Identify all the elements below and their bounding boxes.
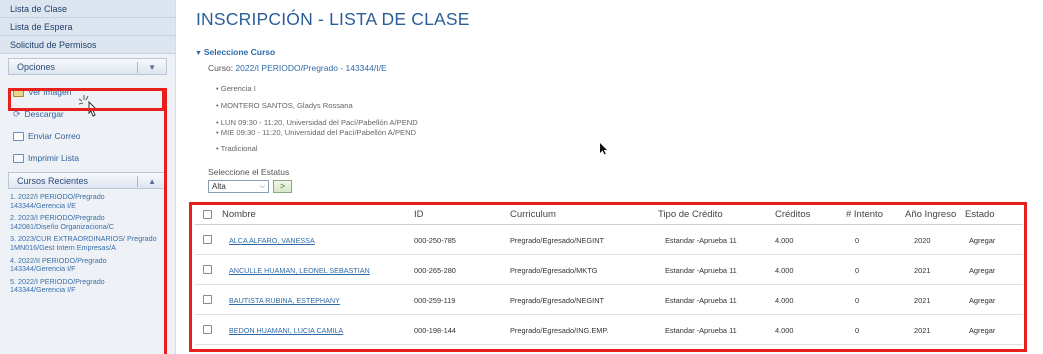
modality: Tradicional — [220, 144, 258, 153]
schedule-line-2: MIE 09:30 - 11:20, Universidad del Pací/… — [220, 127, 417, 137]
status-row: Alta ⌵ > — [208, 180, 292, 193]
recent-header-label: Cursos Recientes — [17, 176, 89, 186]
chevron-up-icon[interactable]: ▲ — [148, 173, 156, 190]
recent-course-item[interactable]: 4. 2022/II PERIODO/Pregrado 143344/Geren… — [10, 256, 175, 274]
enviar-correo-label: Enviar Correo — [28, 131, 81, 141]
status-label: Seleccione el Estatus — [208, 167, 290, 177]
course-line: Curso: 2022/I PERIODO/Pregrado - 143344/… — [208, 63, 387, 73]
print-icon — [13, 153, 24, 163]
instructor-item: • MONTERO SANTOS, Gladys Rossana — [216, 101, 353, 110]
course-name-item: • Gerencia I — [216, 84, 256, 93]
nav-lista-de-clase[interactable]: Lista de Clase — [0, 0, 175, 18]
status-select[interactable]: Alta ⌵ — [208, 180, 269, 193]
header-divider — [137, 62, 138, 73]
mail-icon — [13, 131, 24, 141]
recent-course-item[interactable]: 2. 2023/I PERIODO/Pregrado 142081/Diseño… — [10, 213, 175, 231]
enviar-correo-link[interactable]: Enviar Correo — [0, 125, 175, 147]
recent-course-item[interactable]: 1. 2022/I PERIODO/Pregrado 143344/Gerenc… — [10, 192, 175, 210]
course-name: Gerencia I — [220, 84, 256, 93]
modality-item: • Tradicional — [216, 144, 258, 153]
chevron-down-icon[interactable]: ▼ — [148, 59, 156, 76]
options-section-header[interactable]: Opciones ▼ — [8, 58, 167, 75]
nav-lista-de-espera[interactable]: Lista de Espera — [0, 18, 175, 36]
sidebar: Lista de Clase Lista de Espera Solicitud… — [0, 0, 176, 354]
select-course-label: Seleccione Curso — [203, 47, 276, 57]
recent-course-item[interactable]: 3. 2023/CUR EXTRAORDINARIOS/ Pregrado 1M… — [10, 235, 175, 252]
page-title: INSCRIPCIÓN - LISTA DE CLASE — [196, 9, 470, 29]
instructor-name: MONTERO SANTOS, Gladys Rossana — [220, 101, 353, 110]
imprimir-lista-label: Imprimir Lista — [28, 153, 80, 163]
options-header-label: Opciones — [17, 62, 56, 72]
expand-arrow-icon: ▼ — [195, 50, 204, 57]
recent-courses-list: 1. 2022/I PERIODO/Pregrado 143344/Gerenc… — [0, 189, 175, 295]
recent-course-item[interactable]: 5. 2022/I PERIODO/Pregrado 143344/Gerenc… — [10, 277, 175, 295]
highlight-frame-table — [189, 202, 1027, 352]
select-course-toggle[interactable]: ▼ Seleccione Curso — [195, 47, 275, 57]
imprimir-lista-link[interactable]: Imprimir Lista — [0, 147, 175, 169]
course-label: Curso: — [208, 63, 234, 73]
nav-solicitud-de-permisos[interactable]: Solicitud de Permisos — [0, 36, 175, 54]
schedule-item: • LUN 09:30 - 11:20, Universidad del Pac… — [216, 118, 418, 137]
highlight-frame-ver-imagen — [8, 88, 165, 111]
status-value: Alta — [212, 182, 226, 191]
recent-courses-header[interactable]: Cursos Recientes ▲ — [8, 172, 167, 189]
chevron-down-icon: ⌵ — [259, 183, 265, 190]
course-value: 2022/I PERIODO/Pregrado - 143344/I/E — [235, 63, 387, 73]
highlight-frame-sidebar — [162, 88, 167, 354]
mouse-pointer-icon — [600, 143, 607, 155]
go-button[interactable]: > — [273, 180, 292, 193]
header-divider — [137, 176, 138, 187]
schedule-line-1: LUN 09:30 - 11:20, Universidad del Pací/… — [220, 118, 418, 127]
